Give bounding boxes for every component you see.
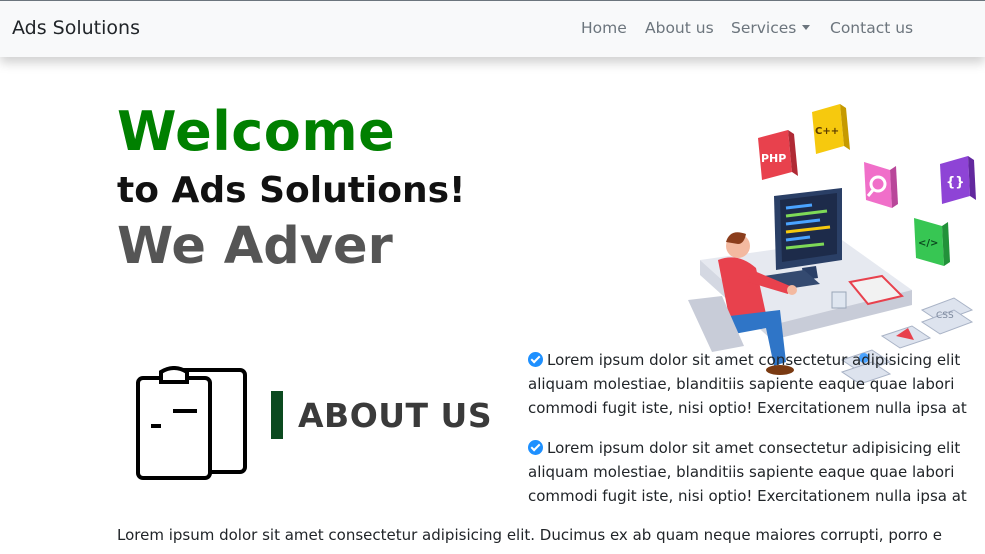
code-badge-icon: </> <box>914 218 950 266</box>
about-paragraph-1: Lorem ipsum dolor sit amet consectetur a… <box>528 348 985 420</box>
navbar: Ads Solutions Home About us Services Con… <box>0 0 985 57</box>
search-badge-icon <box>864 162 898 208</box>
hero-subtitle: to Ads Solutions! <box>117 170 466 211</box>
nav-services-label: Services <box>731 19 797 37</box>
check-circle-icon <box>528 352 543 367</box>
about-paragraph-2-line-3: commodi fugit iste, nisi optio! Exercita… <box>528 487 967 505</box>
about-paragraph-2-line-1: Lorem ipsum dolor sit amet consectetur a… <box>528 436 985 460</box>
about-paragraph-1-line-2: aliquam molestiae, blanditiis sapiente e… <box>528 375 955 393</box>
about-bottom-text: Lorem ipsum dolor sit amet consectetur a… <box>117 526 942 544</box>
hero-typed-text: We Adver <box>117 217 393 276</box>
about-paragraph-1-line-1: Lorem ipsum dolor sit amet consectetur a… <box>528 348 985 372</box>
navbar-brand[interactable]: Ads Solutions <box>12 17 140 39</box>
hero-welcome-heading: Welcome <box>117 100 396 163</box>
about-us-heading: ABOUT US <box>298 396 493 435</box>
about-paragraph-2: Lorem ipsum dolor sit amet consectetur a… <box>528 436 985 508</box>
nav-contact-us[interactable]: Contact us <box>830 19 913 37</box>
php-badge-icon: PHP <box>758 130 798 180</box>
about-paragraph-2-line-2: aliquam molestiae, blanditiis sapiente e… <box>528 463 955 481</box>
developer-illustration: PHP C++ {} </> CSS <box>688 104 976 385</box>
nav-home[interactable]: Home <box>581 19 627 37</box>
about-accent-bar <box>271 391 283 439</box>
nav-services[interactable]: Services <box>731 19 811 37</box>
about-paragraph-1-line-3: commodi fugit iste, nisi optio! Exercita… <box>528 399 967 417</box>
svg-text:{}: {} <box>946 175 965 190</box>
svg-text:C++: C++ <box>815 126 839 137</box>
check-circle-icon <box>528 440 543 455</box>
svg-text:CSS: CSS <box>936 311 954 321</box>
braces-badge-icon: {} <box>940 156 976 204</box>
nav-about-us[interactable]: About us <box>645 19 714 37</box>
svg-text:</>: </> <box>918 238 938 249</box>
cpp-badge-icon: C++ <box>812 104 850 154</box>
svg-text:PHP: PHP <box>761 152 786 165</box>
clipboard-icon <box>136 366 247 480</box>
dropdown-caret-icon <box>802 25 811 30</box>
